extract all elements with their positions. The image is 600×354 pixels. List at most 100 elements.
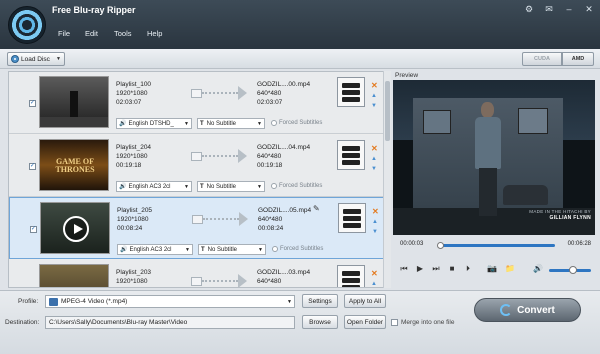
list-item[interactable]: ✓ Playlist_203 1920*1080 GODZIL....03.mp…: [9, 260, 385, 287]
forced-subtitles-radio[interactable]: [271, 183, 277, 189]
subtitle-select[interactable]: T No Subtitle ▼: [198, 244, 266, 255]
merge-option[interactable]: Merge into one file: [391, 319, 454, 326]
row-checkbox[interactable]: ✓: [29, 100, 36, 107]
app-title: Free Blu-ray Ripper: [52, 5, 136, 15]
forced-subtitles-radio[interactable]: [272, 246, 278, 252]
preview-video: MADE IN THE HITACHI BY GILLIAN FLYNN: [393, 80, 595, 235]
forced-subtitles-label: Forced Subtitles: [279, 120, 323, 126]
list-item[interactable]: ✓ Playlist_205 1920*1080 00:08:24 GODZIL…: [9, 197, 385, 259]
settings-icon[interactable]: ⚙: [524, 4, 534, 15]
audio-track-value: English AC3 2cl: [129, 246, 172, 253]
move-up-icon[interactable]: ▲: [371, 93, 377, 99]
minimize-icon[interactable]: –: [564, 4, 574, 15]
skip-back-icon[interactable]: ⏮: [399, 264, 409, 274]
profile-select[interactable]: MPEG-4 Video (*.mp4) ▼: [45, 295, 295, 308]
destination-field[interactable]: C:\Users\Sally\Documents\Blu-ray Master\…: [45, 316, 295, 329]
menu-help[interactable]: Help: [147, 29, 162, 38]
close-icon[interactable]: ✕: [584, 4, 594, 15]
source-name: Playlist_204: [116, 144, 152, 151]
apply-to-all-button[interactable]: Apply to All: [344, 294, 386, 308]
convert-arrow-icon: [191, 274, 247, 287]
output-settings-bar: Profile: MPEG-4 Video (*.mp4) ▼ Settings…: [0, 290, 600, 354]
fast-forward-icon[interactable]: ⏭: [431, 264, 441, 274]
source-info: Playlist_203 1920*1080: [116, 268, 151, 286]
output-info: GODZIL....00.mp4 640*480 02:03:07: [257, 80, 310, 107]
chevron-down-icon: ▼: [257, 120, 262, 127]
menu-file[interactable]: File: [58, 29, 85, 38]
volume-handle[interactable]: [569, 266, 577, 274]
subtitle-value: No Subtitle: [206, 120, 237, 127]
cuda-toggle[interactable]: CUDA: [522, 52, 562, 66]
source-resolution: 1920*1080: [116, 90, 148, 97]
output-name: GODZIL....04.mp4: [257, 144, 311, 151]
move-up-icon[interactable]: ▲: [371, 281, 377, 287]
folder-icon[interactable]: 📁: [505, 264, 515, 274]
title-bar: Free Blu-ray Ripper File Edit Tools Help…: [0, 0, 600, 49]
remove-icon[interactable]: ✕: [372, 207, 379, 216]
edit-pencil-icon[interactable]: ✎: [313, 204, 320, 213]
play-icon[interactable]: [63, 216, 89, 242]
caption-line-2: GILLIAN FLYNN: [549, 215, 591, 221]
move-up-icon[interactable]: ▲: [372, 219, 378, 225]
convert-label: Convert: [517, 304, 555, 316]
move-down-icon[interactable]: ▼: [372, 229, 378, 235]
convert-arrow-icon: [191, 149, 247, 163]
merge-checkbox[interactable]: [391, 319, 398, 326]
remove-icon[interactable]: ✕: [371, 81, 378, 90]
move-down-icon[interactable]: ▼: [371, 166, 377, 172]
stop-icon[interactable]: ■: [447, 264, 457, 274]
chevron-down-icon: ▼: [287, 298, 292, 305]
play-icon[interactable]: ▶: [415, 264, 425, 274]
file-list: ✓ Playlist_100 1920*1080 02:03:07 GODZIL…: [8, 71, 390, 288]
file-list-scrollbar[interactable]: [383, 71, 391, 288]
load-disc-button[interactable]: Load Disc ▼: [7, 52, 65, 66]
feedback-icon[interactable]: ✉: [544, 4, 554, 15]
audio-icon: 🔊: [120, 247, 128, 253]
subtitle-select[interactable]: T No Subtitle ▼: [197, 118, 265, 129]
codec-settings-icon[interactable]: [338, 203, 366, 233]
source-name: Playlist_100: [116, 81, 152, 88]
amd-toggle[interactable]: AMD: [562, 52, 594, 66]
row-checkbox[interactable]: ✓: [29, 163, 36, 170]
remove-icon[interactable]: ✕: [371, 269, 378, 278]
convert-arrow-icon: [192, 212, 248, 226]
forced-subtitles-option[interactable]: Forced Subtitles: [272, 246, 323, 252]
move-down-icon[interactable]: ▼: [371, 103, 377, 109]
forced-subtitles-option[interactable]: Forced Subtitles: [271, 120, 322, 126]
snapshot-icon[interactable]: 📷: [487, 264, 497, 274]
row-checkbox[interactable]: ✓: [30, 226, 37, 233]
open-folder-button[interactable]: Open Folder: [344, 315, 386, 329]
codec-settings-icon[interactable]: [337, 140, 365, 170]
subtitle-value: No Subtitle: [206, 183, 237, 190]
source-info: Playlist_204 1920*1080 00:19:18: [116, 143, 151, 170]
seek-bar[interactable]: [439, 244, 555, 247]
menu-tools[interactable]: Tools: [114, 29, 147, 38]
forced-subtitles-label: Forced Subtitles: [280, 246, 324, 252]
menu-edit[interactable]: Edit: [85, 29, 114, 38]
list-item[interactable]: ✓ Playlist_100 1920*1080 02:03:07 GODZIL…: [9, 72, 385, 134]
source-duration: 02:03:07: [116, 99, 142, 106]
audio-track-select[interactable]: 🔊 English DTSHD_ ▼: [116, 118, 192, 129]
volume-icon[interactable]: 🔊: [533, 264, 543, 274]
seek-handle[interactable]: [437, 242, 444, 249]
next-icon[interactable]: ⏵: [463, 264, 473, 274]
chevron-down-icon: ▼: [184, 183, 189, 190]
list-item[interactable]: ✓ GAME OF THRONES Playlist_204 1920*1080 …: [9, 135, 385, 197]
settings-button[interactable]: Settings: [302, 294, 338, 308]
forced-subtitles-radio[interactable]: [271, 120, 277, 126]
codec-settings-icon[interactable]: [337, 265, 365, 287]
codec-settings-icon[interactable]: [337, 77, 365, 107]
forced-subtitles-option[interactable]: Forced Subtitles: [271, 183, 322, 189]
browse-button[interactable]: Browse: [302, 315, 338, 329]
move-up-icon[interactable]: ▲: [371, 156, 377, 162]
audio-track-value: English DTSHD_: [128, 120, 174, 127]
scrollbar-thumb[interactable]: [385, 81, 390, 141]
window-controls: ⚙ ✉ – ✕: [524, 4, 594, 15]
remove-icon[interactable]: ✕: [371, 144, 378, 153]
convert-button[interactable]: Convert: [474, 298, 581, 322]
subtitle-select[interactable]: T No Subtitle ▼: [197, 181, 265, 192]
audio-icon: 🔊: [119, 184, 127, 190]
audio-track-select[interactable]: 🔊 English AC3 2cl ▼: [117, 244, 193, 255]
audio-track-select[interactable]: 🔊 English AC3 2cl ▼: [116, 181, 192, 192]
output-name: GODZIL....05.mp4: [258, 207, 312, 214]
